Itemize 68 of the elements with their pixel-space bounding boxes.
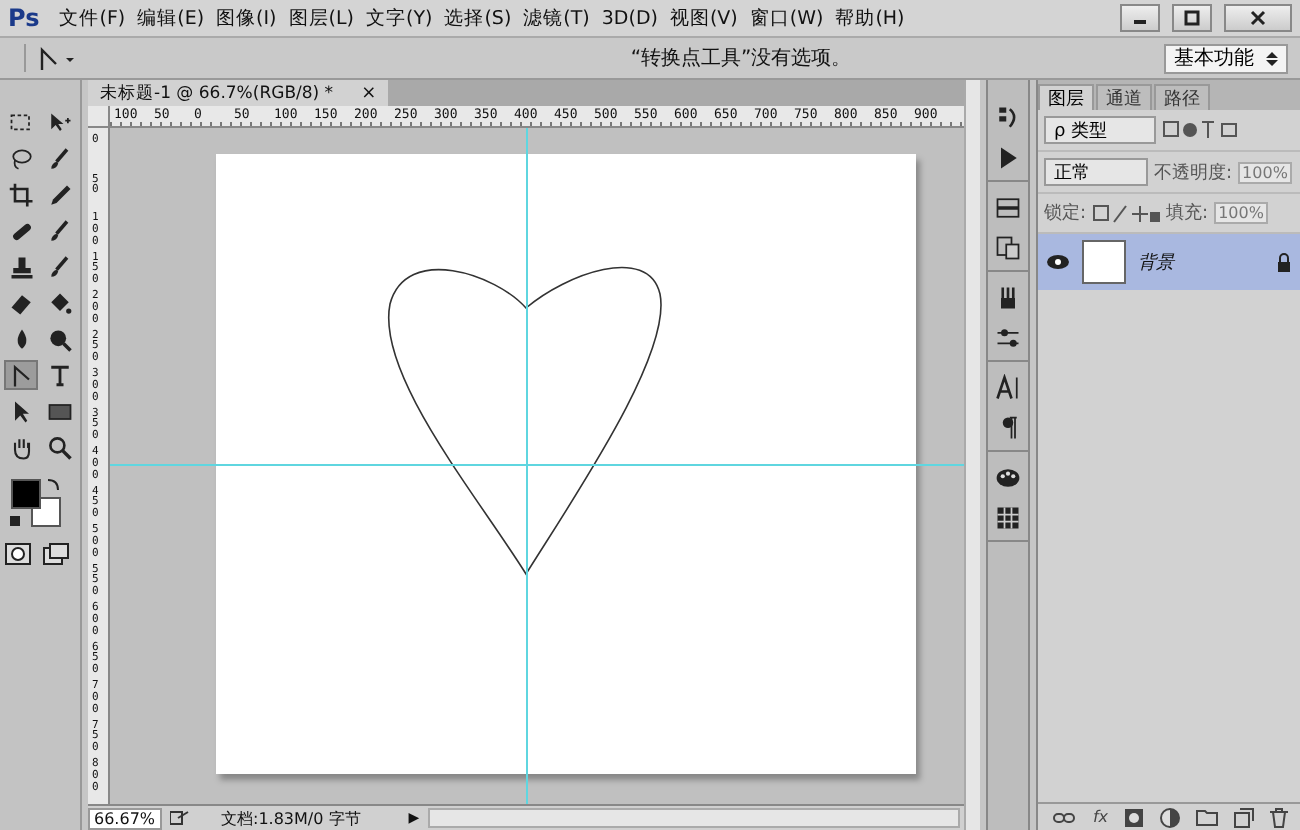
app-logo: Ps — [8, 4, 40, 32]
lock-options-drawing[interactable] — [1092, 203, 1161, 223]
menu-item[interactable]: 帮助(H) — [835, 5, 905, 31]
crop-icon — [7, 181, 35, 209]
menu-item[interactable]: 视图(V) — [669, 5, 738, 31]
lock-label: 锁定: — [1044, 201, 1087, 226]
eyedropper-icon — [45, 181, 73, 209]
maximize-button[interactable] — [1172, 4, 1212, 32]
document-title: 未标题-1 @ 66.7%(RGB/8) * — [100, 81, 334, 105]
menu-item[interactable]: 文件(F) — [59, 5, 126, 31]
panel-tab[interactable]: 图层 — [1038, 84, 1094, 110]
pen-tool-button[interactable] — [4, 360, 38, 390]
menu-item[interactable]: 3D(D) — [601, 7, 658, 29]
menu-item[interactable]: 选择(S) — [444, 5, 512, 31]
layer-name: 背景 — [1138, 251, 1177, 275]
pen-tool-icon[interactable] — [24, 44, 78, 72]
zoom-icon — [45, 433, 73, 461]
zoom-field[interactable]: 66.67% — [88, 807, 162, 829]
brush-icon — [45, 253, 73, 281]
opacity-label: 不透明度: — [1154, 161, 1233, 185]
maximize-icon — [1182, 10, 1202, 26]
brush-icon — [45, 217, 73, 245]
panel-tab[interactable]: 路径 — [1154, 84, 1210, 110]
opacity-field[interactable]: 100% — [1238, 161, 1292, 183]
filter-dropdown[interactable]: ρ 类型 — [1044, 116, 1156, 144]
menu-item[interactable]: 文字(Y) — [365, 5, 433, 31]
close-icon — [1248, 10, 1268, 26]
layer-style-button[interactable]: fx — [1092, 808, 1108, 826]
workspace-dropdown[interactable]: 基本功能 — [1164, 43, 1288, 73]
trash-icon[interactable] — [1270, 807, 1288, 827]
fill-field[interactable]: 100% — [1214, 202, 1268, 224]
new-layer-icon[interactable] — [1234, 807, 1254, 827]
vertical-scrollbar[interactable] — [964, 80, 980, 830]
folder-icon[interactable] — [1196, 808, 1218, 826]
move-icon — [45, 109, 73, 137]
layer-thumbnail — [1082, 240, 1126, 284]
menu-item[interactable]: 图层(L) — [288, 5, 354, 31]
menu-item[interactable]: 窗口(W) — [749, 5, 824, 31]
menu-item[interactable]: 编辑(E) — [137, 5, 205, 31]
document-info: 文档:1.83M/0 字节 — [221, 807, 361, 829]
options-message: “转换点工具”没有选项。 — [628, 45, 854, 72]
crop-tool-button[interactable] — [4, 180, 38, 210]
adjustment-icon[interactable] — [1160, 807, 1180, 827]
stamp-icon — [7, 253, 35, 281]
panel-tab[interactable]: 通道 — [1096, 84, 1152, 110]
document-tab[interactable]: 未标题-1 @ 66.7%(RGB/8) * × — [88, 80, 389, 106]
horizontal-scrollbar[interactable] — [427, 808, 960, 828]
menu-item[interactable]: 滤镜(T) — [523, 5, 590, 31]
layer-row[interactable]: 背景 — [1038, 234, 1300, 290]
export-icon[interactable] — [169, 810, 190, 826]
fill-label: 填充: — [1166, 201, 1209, 226]
mask-icon[interactable] — [1124, 807, 1144, 827]
brush-icon — [45, 145, 73, 173]
minimize-button[interactable] — [1120, 4, 1160, 32]
close-tab-button[interactable]: × — [361, 83, 377, 103]
grid-icon[interactable] — [994, 504, 1022, 532]
menu-item[interactable]: 图像(I) — [216, 5, 277, 31]
blend-mode-dropdown[interactable]: 正常 — [1044, 158, 1148, 186]
eye-icon[interactable] — [1046, 254, 1070, 270]
caret-icon — [1266, 49, 1278, 67]
close-button[interactable] — [1224, 4, 1292, 32]
lasso-icon — [7, 145, 35, 173]
filter-icons-drawing[interactable] — [1162, 120, 1242, 140]
sliders-icon[interactable] — [994, 324, 1022, 352]
palette-icon[interactable] — [994, 464, 1022, 492]
link-icon[interactable] — [1052, 809, 1077, 825]
character-icon[interactable] — [994, 374, 1022, 402]
type-icon — [45, 361, 73, 389]
